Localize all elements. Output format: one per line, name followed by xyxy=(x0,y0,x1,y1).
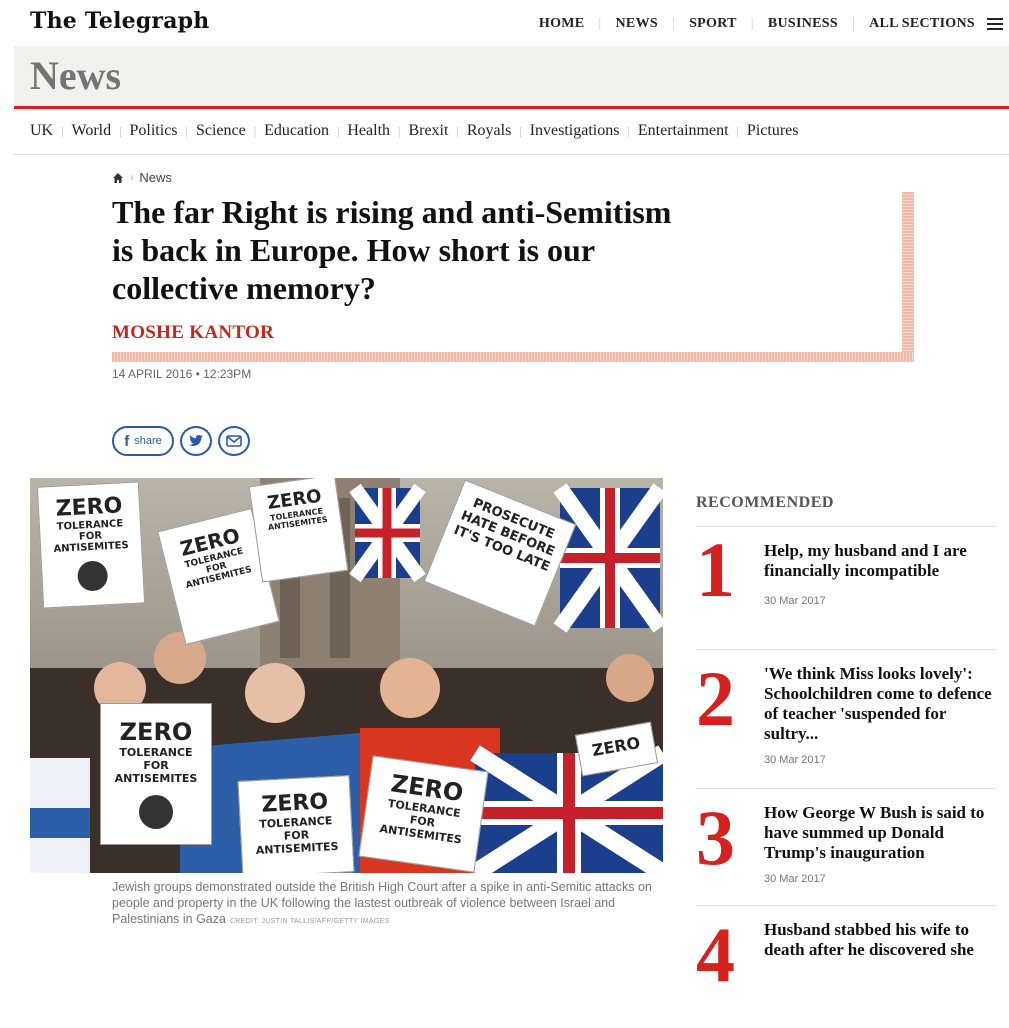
nav-sport[interactable]: SPORT xyxy=(689,16,737,32)
publish-date: 14 APRIL 2016 • 12:23PM xyxy=(112,367,252,381)
nav-separator: | xyxy=(598,16,602,31)
placard-word: ZERO xyxy=(119,718,193,746)
placard-word: ANTISEMITES xyxy=(114,772,198,785)
recommended-item[interactable]: 2 'We think Miss looks lovely': Schoolch… xyxy=(696,650,996,789)
section-subnav: UK | World | Politics | Science | Education |… xyxy=(30,122,798,140)
share-label: share xyxy=(134,435,162,447)
subnav-separator: | xyxy=(519,123,522,138)
nav-separator: | xyxy=(671,16,676,31)
subnav-divider xyxy=(14,154,1009,155)
recommended-date: 30 Mar 2017 xyxy=(764,754,826,766)
breadcrumb-separator: › xyxy=(130,172,134,183)
placard-top-left: ZERO TOLERANCE FOR ANTISEMITES xyxy=(36,481,146,609)
placard-word: FOR xyxy=(143,759,169,772)
placard-bottom-center: ZERO TOLERANCE FOR ANTISEMITES xyxy=(237,775,355,873)
headline-shadow-right xyxy=(902,192,914,362)
recommended-rank: 1 xyxy=(696,526,735,613)
recommended-rank: 4 xyxy=(696,911,735,998)
article-headline: The far Right is rising and anti-Semitis… xyxy=(112,194,672,306)
subnav-education[interactable]: Education xyxy=(264,122,329,140)
subnav-separator: | xyxy=(119,123,122,138)
section-divider xyxy=(14,106,1009,109)
subnav-politics[interactable]: Politics xyxy=(130,122,178,140)
section-title[interactable]: News xyxy=(30,52,121,99)
placard-seal-icon xyxy=(76,560,109,592)
recommended-headline[interactable]: Husband stabbed his wife to death after … xyxy=(764,920,996,960)
hero-photo: ZERO TOLERANCE FOR ANTISEMITES ZERO TOLE… xyxy=(30,478,663,873)
subnav-separator: | xyxy=(398,123,401,138)
recommended-headline[interactable]: How George W Bush is said to have summed… xyxy=(764,803,996,863)
recommended-rank: 2 xyxy=(696,655,735,742)
subnav-separator: | xyxy=(627,123,630,138)
recommended-panel: RECOMMENDED 1 Help, my husband and I are… xyxy=(696,478,996,1028)
subnav-world[interactable]: World xyxy=(72,122,112,140)
placard-bottom-left: ZERO TOLERANCE FOR ANTISEMITES xyxy=(100,703,212,845)
recommended-item[interactable]: 4 Husband stabbed his wife to death afte… xyxy=(696,906,996,1028)
union-flag-right xyxy=(553,483,663,633)
facebook-share-button[interactable]: f share xyxy=(112,426,174,456)
twitter-icon xyxy=(189,434,203,446)
placard-word: TOLERANCE xyxy=(119,746,193,759)
union-flag-top xyxy=(349,483,426,583)
breadcrumb-news[interactable]: News xyxy=(139,170,172,185)
headline-shadow-bottom xyxy=(112,352,914,362)
recommended-heading: RECOMMENDED xyxy=(696,494,996,527)
subnav-pictures[interactable]: Pictures xyxy=(747,122,799,140)
subnav-entertainment[interactable]: Entertainment xyxy=(638,122,729,140)
nav-separator: | xyxy=(750,16,754,31)
placard-seal-icon xyxy=(139,795,173,829)
top-nav: HOME | NEWS | SPORT | BUSINESS | ALL SEC… xyxy=(539,16,1003,32)
subnav-separator: | xyxy=(456,123,459,138)
recommended-headline[interactable]: 'We think Miss looks lovely': Schoolchil… xyxy=(764,664,996,744)
site-logo[interactable]: The Telegraph xyxy=(30,8,209,34)
placard-bottom-right: ZERO TOLERANCE FOR ANTISEMITES xyxy=(358,755,489,873)
nav-home[interactable]: HOME xyxy=(539,16,585,32)
subnav-royals[interactable]: Royals xyxy=(467,122,511,140)
twitter-share-button[interactable] xyxy=(180,426,212,456)
nav-all-sections[interactable]: ALL SECTIONS xyxy=(869,16,975,32)
subnav-separator: | xyxy=(61,123,64,138)
placard-top-center: ZERO TOLERANCE ANTISEMITES xyxy=(248,478,349,583)
home-icon[interactable] xyxy=(112,172,124,184)
placard-word: ZERO xyxy=(590,732,642,761)
subnav-separator: | xyxy=(736,123,739,138)
photo-caption: Jewish groups demonstrated outside the B… xyxy=(112,879,652,930)
recommended-rank: 3 xyxy=(696,794,735,881)
photo-credit: CREDIT: JUSTIN TALLIS/AFP/GETTY IMAGES xyxy=(229,918,390,925)
subnav-separator: | xyxy=(336,123,340,138)
breadcrumb: › News xyxy=(112,170,172,185)
recommended-item[interactable]: 1 Help, my husband and I are financially… xyxy=(696,527,996,650)
section-band: News xyxy=(14,46,1009,106)
subnav-uk[interactable]: UK xyxy=(30,122,53,140)
nav-separator: | xyxy=(851,16,856,31)
nav-news[interactable]: NEWS xyxy=(616,16,658,32)
share-buttons: f share xyxy=(112,426,256,456)
site-header: The Telegraph HOME | NEWS | SPORT | BUSI… xyxy=(14,0,1009,46)
recommended-date: 30 Mar 2017 xyxy=(764,873,826,885)
subnav-brexit[interactable]: Brexit xyxy=(408,122,448,140)
recommended-item[interactable]: 3 How George W Bush is said to have summ… xyxy=(696,789,996,906)
author-byline[interactable]: MOSHE KANTOR xyxy=(112,322,274,344)
subnav-separator: | xyxy=(185,123,188,138)
email-icon xyxy=(226,435,242,447)
union-flag-bottom xyxy=(470,745,663,873)
subnav-health[interactable]: Health xyxy=(347,122,390,140)
recommended-date: 30 Mar 2017 xyxy=(764,595,826,607)
subnav-investigations[interactable]: Investigations xyxy=(530,122,620,140)
subnav-separator: | xyxy=(253,123,257,138)
recommended-headline[interactable]: Help, my husband and I are financially i… xyxy=(764,541,996,581)
nav-business[interactable]: BUSINESS xyxy=(768,16,838,32)
email-share-button[interactable] xyxy=(218,426,250,456)
page: The Telegraph HOME | NEWS | SPORT | BUSI… xyxy=(14,0,1009,994)
facebook-icon: f xyxy=(124,432,130,450)
subnav-science[interactable]: Science xyxy=(196,122,246,140)
hamburger-icon[interactable] xyxy=(987,18,1003,30)
